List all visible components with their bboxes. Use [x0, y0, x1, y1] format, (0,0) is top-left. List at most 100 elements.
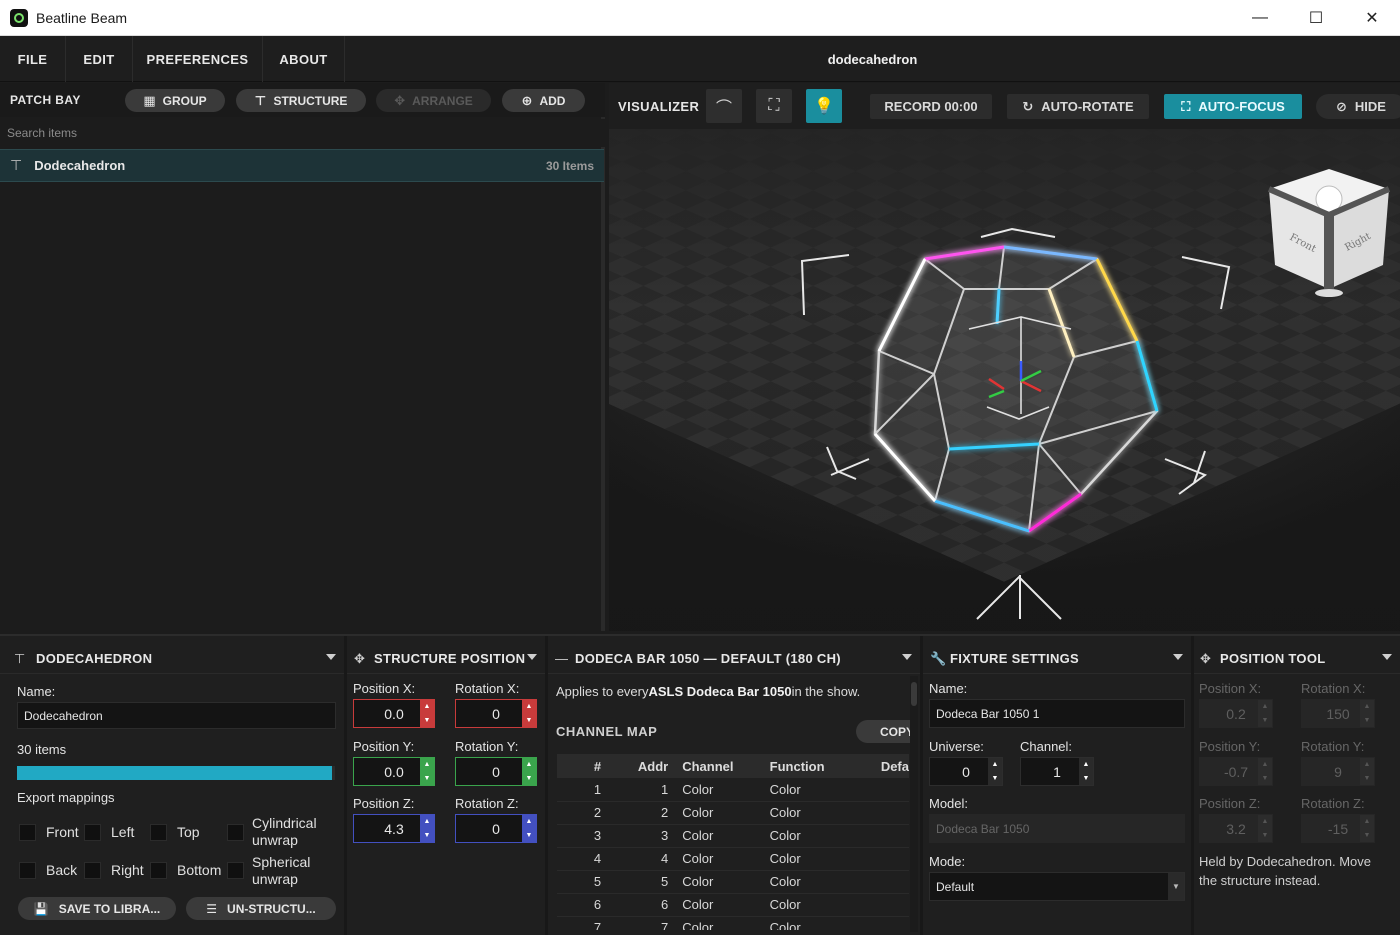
- channel-map-table-wrap[interactable]: # Addr Channel Function Defa 1 1 Color Colo…: [557, 754, 909, 930]
- decrement-icon[interactable]: ▼: [988, 772, 1002, 786]
- maximize-button[interactable]: ☐: [1288, 0, 1344, 36]
- menu-preferences[interactable]: PREFERENCES: [133, 36, 263, 82]
- channel-stepper[interactable]: 1 ▲ ▼: [1020, 757, 1094, 786]
- chevron-down-icon[interactable]: [1173, 654, 1183, 660]
- menu-about[interactable]: ABOUT: [263, 36, 345, 82]
- decrement-icon[interactable]: ▼: [522, 829, 536, 843]
- column-header[interactable]: #: [557, 754, 638, 778]
- column-header[interactable]: Function: [769, 754, 881, 778]
- front-checkbox[interactable]: [19, 824, 36, 841]
- chevron-down-icon[interactable]: [1382, 654, 1392, 660]
- table-row[interactable]: 5 5 Color Color: [557, 870, 909, 894]
- position-z-stepper[interactable]: 4.3 ▲ ▼: [353, 814, 435, 843]
- channel-map-scrollbar[interactable]: [910, 676, 918, 932]
- chevron-down-icon[interactable]: [527, 654, 537, 660]
- mode-select[interactable]: Default ▼: [929, 872, 1185, 901]
- increment-icon[interactable]: ▲: [522, 700, 536, 714]
- scrollbar-thumb[interactable]: [911, 682, 917, 706]
- decrement-icon[interactable]: ▼: [420, 829, 434, 843]
- rotation-x-stepper[interactable]: 0 ▲ ▼: [455, 699, 537, 728]
- table-row[interactable]: 2 2 Color Color: [557, 801, 909, 825]
- menu-file[interactable]: FILE: [0, 36, 66, 82]
- top-checkbox[interactable]: [150, 824, 167, 841]
- table-row[interactable]: 4 4 Color Color: [557, 847, 909, 871]
- position-x-stepper[interactable]: 0.0 ▲ ▼: [353, 699, 435, 728]
- column-header[interactable]: Addr: [637, 754, 683, 778]
- increment-icon[interactable]: ▲: [420, 815, 434, 829]
- decrement-icon[interactable]: ▼: [1079, 772, 1093, 786]
- group-button[interactable]: ▦ GROUP: [125, 89, 225, 112]
- description-model: ASLS Dodeca Bar 1050: [648, 684, 792, 699]
- decrement-icon[interactable]: ▼: [420, 714, 434, 728]
- cell-function: Color: [769, 847, 881, 871]
- unstructure-button[interactable]: ☰ UN-STRUCTU...: [186, 897, 336, 920]
- table-row[interactable]: 3 3 Color Color: [557, 824, 909, 848]
- table-row[interactable]: 7 7 Color Color: [557, 916, 909, 930]
- table-row[interactable]: 6 6 Color Color: [557, 893, 909, 917]
- fixture-profile-title: DODECA BAR 1050 — DEFAULT (180 CH): [575, 651, 841, 666]
- close-button[interactable]: ✕: [1344, 0, 1400, 36]
- universe-stepper[interactable]: 0 ▲ ▼: [929, 757, 1003, 786]
- structure-position-header[interactable]: ✥ STRUCTURE POSITION: [347, 644, 545, 674]
- increment-icon[interactable]: ▲: [522, 758, 536, 772]
- structure-name-field[interactable]: Dodecahedron: [17, 702, 336, 729]
- arrange-button[interactable]: ✥ ARRANGE: [376, 89, 491, 112]
- cylindrical-label-2: unwrap: [252, 832, 298, 848]
- fixture-name-field[interactable]: Dodeca Bar 1050 1: [929, 699, 1185, 728]
- spherical-checkbox[interactable]: [227, 862, 244, 879]
- structure-button[interactable]: ⊤ STRUCTURE: [236, 89, 366, 112]
- right-checkbox[interactable]: [84, 862, 101, 879]
- 3d-viewport[interactable]: Front Right: [609, 129, 1400, 631]
- position-tool-title: POSITION TOOL: [1220, 651, 1326, 666]
- left-checkbox[interactable]: [84, 824, 101, 841]
- items-count-label: 30 items: [17, 742, 67, 757]
- minimize-button[interactable]: —: [1232, 0, 1288, 36]
- menu-edit[interactable]: EDIT: [66, 36, 133, 82]
- position-y-label: Position Y:: [353, 739, 415, 754]
- cell-default: [880, 893, 909, 917]
- auto-focus-button[interactable]: ⛶ AUTO-FOCUS: [1164, 94, 1302, 119]
- increment-icon[interactable]: ▲: [420, 758, 434, 772]
- table-row[interactable]: 1 1 Color Color: [557, 778, 909, 802]
- search-input[interactable]: [0, 119, 605, 147]
- list-item[interactable]: ⊤ Dodecahedron 30 Items: [0, 149, 604, 182]
- chevron-down-icon[interactable]: [902, 654, 912, 660]
- increment-icon[interactable]: ▲: [988, 758, 1002, 772]
- decrement-icon[interactable]: ▼: [522, 772, 536, 786]
- light-toggle-button[interactable]: 💡: [806, 89, 842, 123]
- rotation-z-stepper[interactable]: 0 ▲ ▼: [455, 814, 537, 843]
- copy-button[interactable]: COPY: [856, 720, 916, 743]
- decrement-icon[interactable]: ▼: [420, 772, 434, 786]
- tool-rotation-x-stepper: 150 ▲ ▼: [1301, 699, 1375, 728]
- back-checkbox[interactable]: [19, 862, 36, 879]
- right-label: Right: [111, 862, 144, 878]
- fixture-name-label: Name:: [929, 681, 968, 696]
- rotation-y-stepper[interactable]: 0 ▲ ▼: [455, 757, 537, 786]
- arch-view-button[interactable]: ⌒: [706, 89, 742, 123]
- fit-view-button[interactable]: ⛶: [756, 89, 792, 123]
- save-to-library-button[interactable]: 💾 SAVE TO LIBRA...: [18, 897, 176, 920]
- hide-button[interactable]: ⊘ HIDE: [1316, 94, 1400, 119]
- decrement-icon[interactable]: ▼: [522, 714, 536, 728]
- position-y-stepper[interactable]: 0.0 ▲ ▼: [353, 757, 435, 786]
- fixture-settings-header[interactable]: 🔧 FIXTURE SETTINGS: [923, 644, 1191, 674]
- bottom-checkbox[interactable]: [150, 862, 167, 879]
- increment-icon[interactable]: ▲: [522, 815, 536, 829]
- column-header[interactable]: Defa: [880, 754, 909, 778]
- fixture-profile-header[interactable]: — DODECA BAR 1050 — DEFAULT (180 CH): [548, 644, 920, 674]
- record-button[interactable]: RECORD 00:00: [870, 94, 992, 119]
- structure-panel-header[interactable]: ⊤ DODECAHEDRON: [0, 644, 344, 674]
- increment-icon[interactable]: ▲: [1079, 758, 1093, 772]
- chevron-down-icon[interactable]: [326, 654, 336, 660]
- cell-function: Color: [769, 824, 881, 848]
- auto-rotate-button[interactable]: ↻ AUTO-ROTATE: [1007, 94, 1149, 119]
- position-tool-header[interactable]: ✥ POSITION TOOL: [1194, 644, 1400, 674]
- add-button[interactable]: ⊕ ADD: [502, 89, 585, 112]
- menu-bar: FILE EDIT PREFERENCES ABOUT dodecahedron: [0, 36, 1400, 82]
- increment-icon[interactable]: ▲: [420, 700, 434, 714]
- focus-icon: ⛶: [1181, 98, 1191, 114]
- item-count: 30 Items: [545, 158, 594, 173]
- column-header[interactable]: Channel: [682, 754, 770, 778]
- patch-bay-panel: PATCH BAY ▦ GROUP ⊤ STRUCTURE ✥ ARRANGE …: [0, 83, 605, 631]
- cylindrical-checkbox[interactable]: [227, 824, 244, 841]
